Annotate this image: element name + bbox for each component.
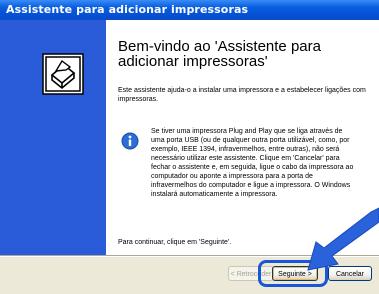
info-icon bbox=[121, 132, 139, 150]
window-title: Assistente para adicionar impressoras bbox=[6, 3, 249, 16]
printer-wizard-icon bbox=[42, 53, 84, 95]
intro-text: Este assistente ajuda-o a instalar uma i… bbox=[118, 87, 366, 103]
title-bar[interactable]: Assistente para adicionar impressoras bbox=[0, 0, 379, 20]
welcome-heading: Bem-vindo ao 'Assistente para adicionar … bbox=[118, 38, 321, 70]
wizard-banner bbox=[0, 20, 106, 255]
add-printer-wizard-window: Assistente para adicionar impressoras Be… bbox=[0, 0, 379, 294]
pointer-arrow-icon bbox=[307, 207, 379, 271]
plug-and-play-note: Se tiver uma impressora Plug and Play qu… bbox=[151, 128, 354, 198]
